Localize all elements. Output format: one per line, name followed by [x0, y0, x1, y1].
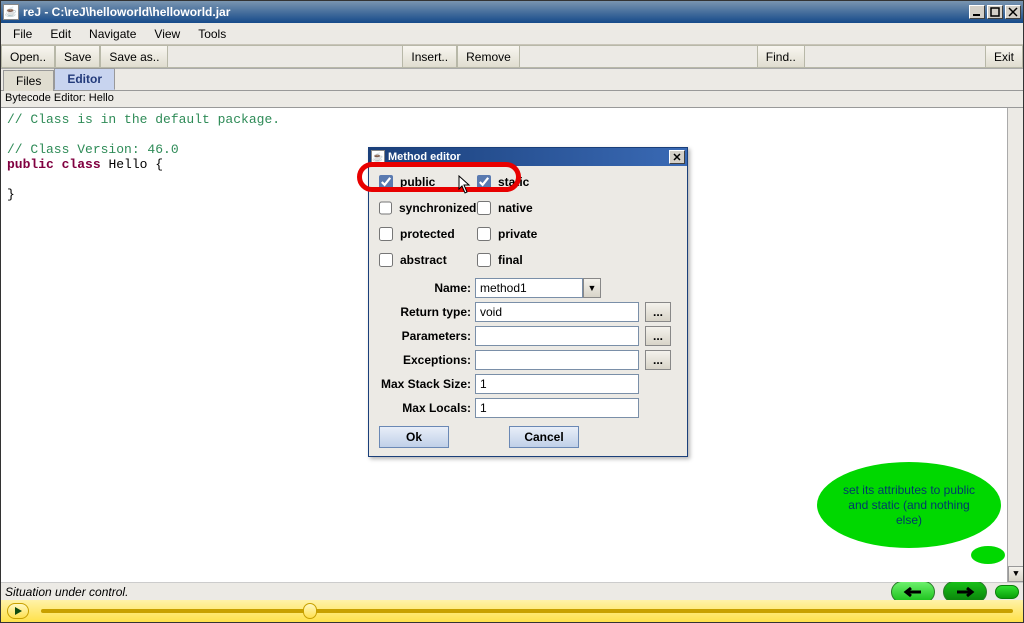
saveas-button[interactable]: Save as..: [100, 45, 168, 68]
menu-edit[interactable]: Edit: [42, 25, 79, 43]
exceptions-browse-button[interactable]: ...: [645, 350, 671, 370]
save-button[interactable]: Save: [55, 45, 100, 68]
status-text: Situation under control.: [5, 585, 128, 599]
label-returntype: Return type:: [375, 305, 475, 319]
check-public[interactable]: public: [375, 172, 473, 192]
checkbox-final[interactable]: [477, 253, 491, 267]
dialog-close-button[interactable]: ✕: [669, 150, 685, 164]
ok-button[interactable]: Ok: [379, 426, 449, 448]
insert-button[interactable]: Insert..: [402, 45, 457, 68]
label-exceptions: Exceptions:: [375, 353, 475, 367]
vertical-scrollbar[interactable]: ▲ ▼: [1007, 108, 1023, 582]
exit-button[interactable]: Exit: [985, 45, 1023, 68]
checkbox-private[interactable]: [477, 227, 491, 241]
class-decl: Hello {: [101, 157, 163, 172]
timeline-track[interactable]: [41, 609, 1013, 613]
maxlocals-field[interactable]: [475, 398, 639, 418]
label-name: Name:: [375, 281, 475, 295]
parameters-browse-button[interactable]: ...: [645, 326, 671, 346]
checkbox-static[interactable]: [477, 175, 491, 189]
java-icon: ☕: [371, 150, 385, 164]
dialog-title: Method editor: [388, 151, 461, 163]
play-button[interactable]: [7, 603, 29, 619]
check-static[interactable]: static: [473, 172, 571, 192]
java-icon: ☕: [3, 4, 19, 20]
kw-public: public: [7, 157, 54, 172]
dialog-titlebar[interactable]: ☕ Method editor ✕: [369, 148, 687, 166]
tab-files[interactable]: Files: [3, 70, 54, 91]
menu-file[interactable]: File: [5, 25, 40, 43]
open-button[interactable]: Open..: [1, 45, 55, 68]
cancel-button[interactable]: Cancel: [509, 426, 579, 448]
record-indicator[interactable]: [995, 585, 1019, 599]
editor-subheader: Bytecode Editor: Hello: [1, 91, 1023, 108]
check-final[interactable]: final: [473, 250, 571, 270]
tab-editor[interactable]: Editor: [54, 68, 115, 90]
tab-strip: Files Editor: [1, 69, 1023, 91]
check-protected[interactable]: protected: [375, 224, 473, 244]
checkbox-native[interactable]: [477, 201, 491, 215]
menu-bar: File Edit Navigate View Tools: [1, 23, 1023, 45]
find-button[interactable]: Find..: [757, 45, 805, 68]
content-host: // Class is in the default package. // C…: [1, 108, 1023, 582]
returntype-browse-button[interactable]: ...: [645, 302, 671, 322]
name-field[interactable]: [475, 278, 583, 298]
annotation-bubble-tail: [971, 546, 1005, 564]
checkbox-public[interactable]: [379, 175, 393, 189]
menu-view[interactable]: View: [146, 25, 188, 43]
parameters-field[interactable]: [475, 326, 639, 346]
method-editor-dialog: ☕ Method editor ✕ public static synchron…: [368, 147, 688, 457]
code-comment-2: // Class Version: 46.0: [7, 142, 179, 157]
maxstack-field[interactable]: [475, 374, 639, 394]
menu-navigate[interactable]: Navigate: [81, 25, 144, 43]
code-comment-1: // Class is in the default package.: [7, 112, 280, 127]
exceptions-field[interactable]: [475, 350, 639, 370]
name-dropdown-icon[interactable]: ▼: [583, 278, 601, 298]
check-abstract[interactable]: abstract: [375, 250, 473, 270]
minimize-button[interactable]: [969, 5, 985, 19]
returntype-field[interactable]: [475, 302, 639, 322]
maximize-button[interactable]: [987, 5, 1003, 19]
check-synchronized[interactable]: synchronized: [375, 198, 473, 218]
checkbox-abstract[interactable]: [379, 253, 393, 267]
timeline-bar: [1, 600, 1023, 622]
label-maxlocals: Max Locals:: [375, 401, 475, 415]
annotation-bubble: set its attributes to public and static …: [817, 462, 1001, 548]
menu-tools[interactable]: Tools: [190, 25, 234, 43]
kw-class: class: [62, 157, 101, 172]
label-maxstack: Max Stack Size:: [375, 377, 475, 391]
close-button[interactable]: [1005, 5, 1021, 19]
check-private[interactable]: private: [473, 224, 571, 244]
status-bar: Situation under control.: [1, 582, 1023, 600]
toolbar: Open.. Save Save as.. Insert.. Remove Fi…: [1, 45, 1023, 69]
scroll-down-icon[interactable]: ▼: [1008, 566, 1023, 582]
window-title: reJ - C:\reJ\helloworld\helloworld.jar: [23, 5, 969, 19]
remove-button[interactable]: Remove: [457, 45, 520, 68]
checkbox-protected[interactable]: [379, 227, 393, 241]
check-native[interactable]: native: [473, 198, 571, 218]
label-parameters: Parameters:: [375, 329, 475, 343]
app-window: ☕ reJ - C:\reJ\helloworld\helloworld.jar…: [0, 0, 1024, 623]
annotation-text: set its attributes to public and static …: [835, 483, 983, 528]
timeline-handle[interactable]: [303, 603, 317, 619]
close-brace: }: [7, 187, 15, 202]
title-bar: ☕ reJ - C:\reJ\helloworld\helloworld.jar: [1, 1, 1023, 23]
checkbox-synchronized[interactable]: [379, 201, 392, 215]
